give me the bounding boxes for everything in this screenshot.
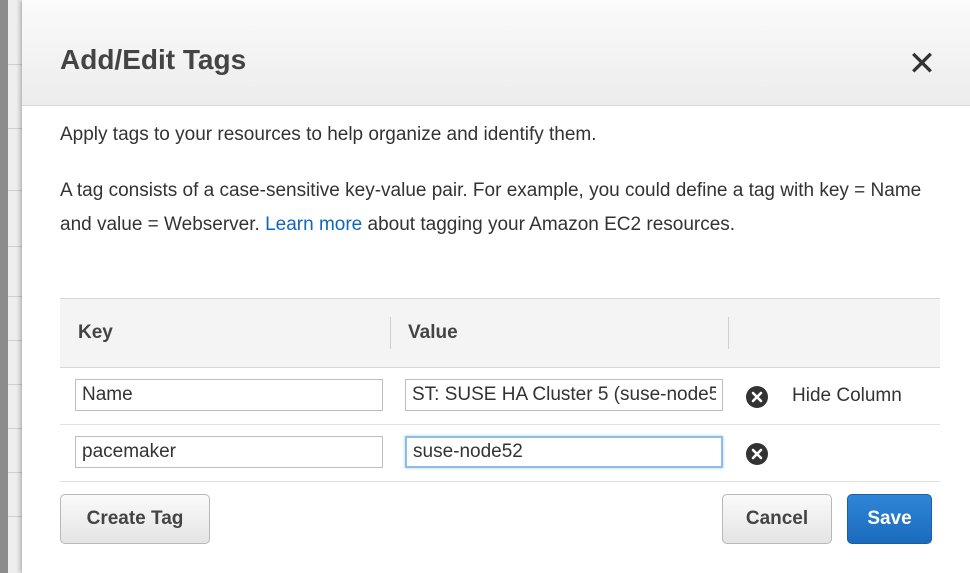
column-separator: [728, 317, 729, 349]
tag-key-input[interactable]: [75, 436, 383, 468]
cancel-button[interactable]: Cancel: [722, 494, 832, 544]
background-page-strip: [0, 0, 22, 573]
table-row: Hide Column: [60, 368, 940, 425]
dialog-header: Add/Edit Tags ✕: [22, 0, 970, 106]
background-divider: [8, 296, 22, 297]
close-icon[interactable]: ✕: [902, 44, 942, 84]
key-column-header: Key: [78, 322, 113, 343]
add-edit-tags-dialog: Add/Edit Tags ✕ Apply tags to your resou…: [22, 0, 970, 573]
learn-more-link[interactable]: Learn more: [265, 214, 362, 235]
background-divider: [8, 516, 22, 517]
background-page-edge: [0, 0, 8, 573]
tags-table: Key Value Hide Column: [60, 298, 940, 482]
table-header: Key Value: [60, 298, 940, 368]
background-divider: [8, 64, 22, 65]
dialog-explanation: A tag consists of a case-sensitive key-v…: [60, 174, 940, 242]
dialog-title: Add/Edit Tags: [60, 44, 247, 75]
background-divider: [8, 190, 22, 191]
tag-value-input[interactable]: [405, 379, 723, 411]
tag-key-input[interactable]: [75, 379, 383, 411]
hide-column-link[interactable]: Hide Column: [792, 368, 902, 424]
dialog-description: Apply tags to your resources to help org…: [60, 124, 597, 145]
background-divider: [8, 428, 22, 429]
background-divider: [8, 340, 22, 341]
background-divider: [8, 128, 22, 129]
background-divider: [8, 246, 22, 247]
background-divider: [8, 472, 22, 473]
save-button[interactable]: Save: [847, 494, 932, 544]
explanation-text-end: about tagging your Amazon EC2 resources.: [362, 214, 736, 235]
remove-circle-icon[interactable]: [746, 443, 768, 465]
column-separator: [390, 317, 391, 349]
tag-value-input[interactable]: [405, 436, 723, 468]
create-tag-button[interactable]: Create Tag: [60, 494, 210, 544]
table-row: [60, 425, 940, 482]
value-column-header: Value: [408, 322, 458, 343]
remove-circle-icon[interactable]: [746, 386, 768, 408]
background-divider: [8, 384, 22, 385]
